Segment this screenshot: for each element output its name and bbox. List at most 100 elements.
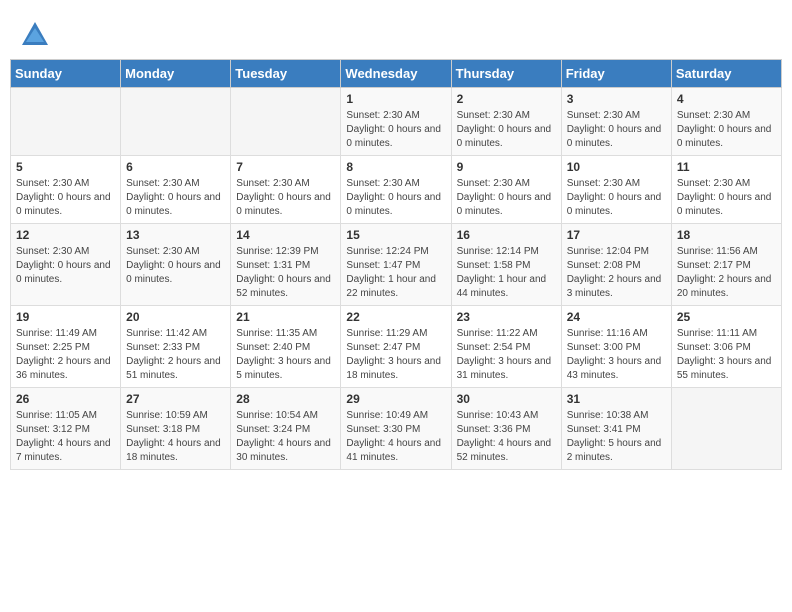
day-number: 31 (567, 392, 666, 406)
week-row-2: 5Sunset: 2:30 AM Daylight: 0 hours and 0… (11, 156, 782, 224)
day-info: Sunrise: 11:49 AM Sunset: 2:25 PM Daylig… (16, 327, 115, 383)
week-row-1: 1 Sunset: 2:30 AM Daylight: 0 hours and 0… (11, 88, 782, 156)
day-number: 12 (16, 228, 115, 242)
calendar-cell: 28 Sunrise: 10:54 AM Sunset: 3:24 PM Dayl… (231, 388, 341, 470)
day-info: Sunrise: 12:39 PM Sunset: 1:31 PM Daylig… (236, 245, 335, 301)
weekday-header-saturday: Saturday (671, 60, 781, 88)
calendar-cell: 19 Sunrise: 11:49 AM Sunset: 2:25 PM Dayl… (11, 306, 121, 388)
day-number: 21 (236, 310, 335, 324)
day-info: Sunset: 2:30 AM Daylight: 0 hours and 0 … (126, 245, 225, 287)
day-number: 29 (346, 392, 445, 406)
calendar-cell: 2Sunset: 2:30 AM Daylight: 0 hours and 0… (451, 88, 561, 156)
day-info: Sunset: 2:30 AM Daylight: 0 hours and 0 … (346, 177, 445, 219)
day-info: Sunrise: 10:49 AM Sunset: 3:30 PM Daylig… (346, 409, 445, 465)
calendar-cell (671, 388, 781, 470)
day-info: Sunrise: 10:38 AM Sunset: 3:41 PM Daylig… (567, 409, 666, 465)
calendar-cell: 9 Sunset: 2:30 AM Daylight: 0 hours and 0… (451, 156, 561, 224)
calendar-cell (231, 88, 341, 156)
day-info: Sunrise: 11:56 AM Sunset: 2:17 PM Daylig… (677, 245, 776, 301)
calendar-cell: 23 Sunrise: 11:22 AM Sunset: 2:54 PM Dayl… (451, 306, 561, 388)
calendar-cell: 5Sunset: 2:30 AM Daylight: 0 hours and 0… (11, 156, 121, 224)
calendar-cell: 26 Sunrise: 11:05 AM Sunset: 3:12 PM Dayl… (11, 388, 121, 470)
weekday-header-monday: Monday (121, 60, 231, 88)
calendar-cell (121, 88, 231, 156)
day-info: Sunrise: 10:43 AM Sunset: 3:36 PM Daylig… (457, 409, 556, 465)
weekday-header-thursday: Thursday (451, 60, 561, 88)
logo (20, 20, 54, 50)
day-number: 9 (457, 160, 556, 174)
calendar-cell: 4Sunset: 2:30 AM Daylight: 0 hours and 0… (671, 88, 781, 156)
day-info: Sunset: 2:30 AM Daylight: 0 hours and 0 … (346, 109, 445, 151)
calendar-cell: 1 Sunset: 2:30 AM Daylight: 0 hours and 0… (341, 88, 451, 156)
week-row-5: 26 Sunrise: 11:05 AM Sunset: 3:12 PM Dayl… (11, 388, 782, 470)
day-number: 2 (457, 92, 556, 106)
day-info: Sunset: 2:30 AM Daylight: 0 hours and 0 … (567, 177, 666, 219)
day-info: Sunrise: 12:24 PM Sunset: 1:47 PM Daylig… (346, 245, 445, 301)
calendar-cell: 17 Sunrise: 12:04 PM Sunset: 2:08 PM Dayl… (561, 224, 671, 306)
day-number: 22 (346, 310, 445, 324)
day-info: Sunset: 2:30 AM Daylight: 0 hours and 0 … (236, 177, 335, 219)
day-number: 28 (236, 392, 335, 406)
day-info: Sunrise: 11:11 AM Sunset: 3:06 PM Daylig… (677, 327, 776, 383)
weekday-header-wednesday: Wednesday (341, 60, 451, 88)
day-info: Sunrise: 11:29 AM Sunset: 2:47 PM Daylig… (346, 327, 445, 383)
day-number: 26 (16, 392, 115, 406)
calendar-cell: 18Sunrise: 11:56 AM Sunset: 2:17 PM Dayl… (671, 224, 781, 306)
day-info: Sunrise: 11:42 AM Sunset: 2:33 PM Daylig… (126, 327, 225, 383)
day-number: 27 (126, 392, 225, 406)
weekday-header-friday: Friday (561, 60, 671, 88)
day-info: Sunset: 2:30 AM Daylight: 0 hours and 0 … (457, 177, 556, 219)
day-number: 23 (457, 310, 556, 324)
weekday-header-sunday: Sunday (11, 60, 121, 88)
calendar-cell: 7 Sunset: 2:30 AM Daylight: 0 hours and 0… (231, 156, 341, 224)
calendar-cell: 22 Sunrise: 11:29 AM Sunset: 2:47 PM Dayl… (341, 306, 451, 388)
calendar-cell: 30 Sunrise: 10:43 AM Sunset: 3:36 PM Dayl… (451, 388, 561, 470)
day-number: 3 (567, 92, 666, 106)
day-number: 30 (457, 392, 556, 406)
day-number: 20 (126, 310, 225, 324)
calendar-cell: 16 Sunrise: 12:14 PM Sunset: 1:58 PM Dayl… (451, 224, 561, 306)
calendar-cell: 8 Sunset: 2:30 AM Daylight: 0 hours and 0… (341, 156, 451, 224)
weekday-header-tuesday: Tuesday (231, 60, 341, 88)
day-number: 16 (457, 228, 556, 242)
page-header (10, 10, 782, 55)
calendar-cell: 6 Sunset: 2:30 AM Daylight: 0 hours and 0… (121, 156, 231, 224)
day-info: Sunrise: 11:35 AM Sunset: 2:40 PM Daylig… (236, 327, 335, 383)
day-info: Sunrise: 10:54 AM Sunset: 3:24 PM Daylig… (236, 409, 335, 465)
calendar-cell: 14Sunrise: 12:39 PM Sunset: 1:31 PM Dayl… (231, 224, 341, 306)
calendar-cell (11, 88, 121, 156)
day-number: 8 (346, 160, 445, 174)
calendar-cell: 24Sunrise: 11:16 AM Sunset: 3:00 PM Dayl… (561, 306, 671, 388)
day-info: Sunset: 2:30 AM Daylight: 0 hours and 0 … (126, 177, 225, 219)
day-number: 17 (567, 228, 666, 242)
day-info: Sunrise: 12:04 PM Sunset: 2:08 PM Daylig… (567, 245, 666, 301)
calendar-cell: 12Sunset: 2:30 AM Daylight: 0 hours and … (11, 224, 121, 306)
calendar-cell: 10 Sunset: 2:30 AM Daylight: 0 hours and … (561, 156, 671, 224)
day-info: Sunrise: 11:05 AM Sunset: 3:12 PM Daylig… (16, 409, 115, 465)
day-info: Sunrise: 11:16 AM Sunset: 3:00 PM Daylig… (567, 327, 666, 383)
logo-icon (20, 20, 50, 50)
calendar-cell: 25 Sunrise: 11:11 AM Sunset: 3:06 PM Dayl… (671, 306, 781, 388)
day-number: 11 (677, 160, 776, 174)
calendar-cell: 31 Sunrise: 10:38 AM Sunset: 3:41 PM Dayl… (561, 388, 671, 470)
day-number: 25 (677, 310, 776, 324)
day-info: Sunset: 2:30 AM Daylight: 0 hours and 0 … (567, 109, 666, 151)
day-number: 1 (346, 92, 445, 106)
calendar-table: SundayMondayTuesdayWednesdayThursdayFrid… (10, 59, 782, 470)
day-number: 10 (567, 160, 666, 174)
day-info: Sunset: 2:30 AM Daylight: 0 hours and 0 … (16, 177, 115, 219)
day-info: Sunrise: 10:59 AM Sunset: 3:18 PM Daylig… (126, 409, 225, 465)
calendar-cell: 13 Sunset: 2:30 AM Daylight: 0 hours and … (121, 224, 231, 306)
day-number: 6 (126, 160, 225, 174)
day-number: 19 (16, 310, 115, 324)
weekday-header-row: SundayMondayTuesdayWednesdayThursdayFrid… (11, 60, 782, 88)
day-number: 13 (126, 228, 225, 242)
calendar-cell: 29 Sunrise: 10:49 AM Sunset: 3:30 PM Dayl… (341, 388, 451, 470)
day-info: Sunrise: 12:14 PM Sunset: 1:58 PM Daylig… (457, 245, 556, 301)
calendar-cell: 11Sunset: 2:30 AM Daylight: 0 hours and … (671, 156, 781, 224)
day-number: 7 (236, 160, 335, 174)
day-info: Sunrise: 11:22 AM Sunset: 2:54 PM Daylig… (457, 327, 556, 383)
week-row-3: 12 Sunset: 2:30 AM Daylight: 0 hours and … (11, 224, 782, 306)
day-number: 15 (346, 228, 445, 242)
day-number: 4 (677, 92, 776, 106)
